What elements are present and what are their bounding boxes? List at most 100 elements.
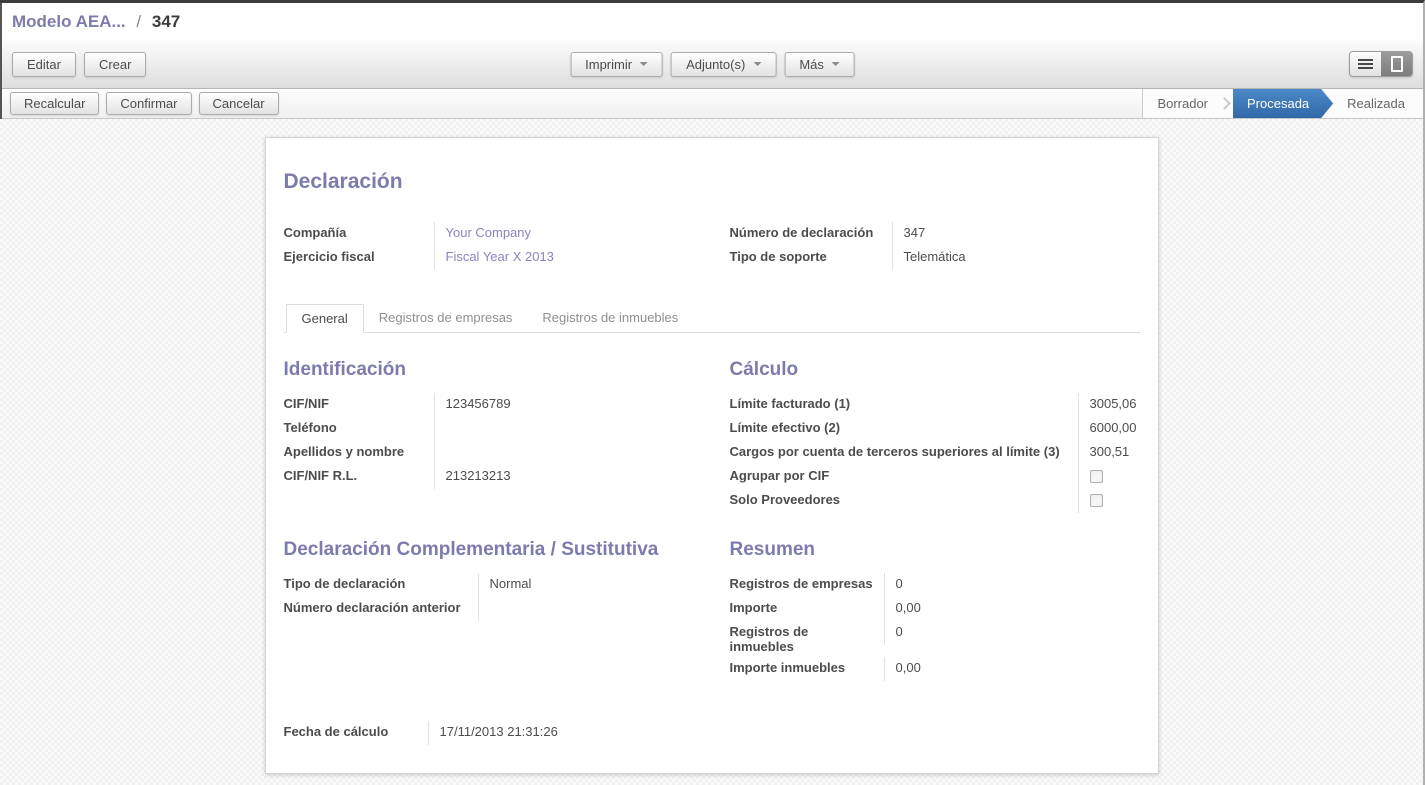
agrupar-por-cif-checkbox[interactable] (1090, 470, 1103, 483)
sections-row-2: Declaración Complementaria / Sustitutiva… (284, 513, 1140, 681)
tab-registros-empresas[interactable]: Registros de empresas (364, 304, 528, 333)
caret-down-icon (753, 62, 761, 66)
cancel-button[interactable]: Cancelar (199, 92, 279, 115)
caret-down-icon (832, 62, 840, 66)
field-value-limite-efectivo: 6000,00 (1078, 417, 1140, 441)
breadcrumb: Modelo AEA... / 347 (12, 12, 180, 32)
field-row-limite-facturado: Límite facturado (1) 3005,06 (730, 393, 1140, 417)
field-label-limite-efectivo: Límite efectivo (2) (730, 417, 1078, 438)
edit-button[interactable]: Editar (12, 52, 76, 77)
field-label-cargos-terceros: Cargos por cuenta de terceros superiores… (730, 441, 1078, 462)
field-label-tipo-soporte: Tipo de soporte (730, 246, 892, 267)
section-title-complementaria: Declaración Complementaria / Sustitutiva (284, 539, 694, 561)
more-dropdown-button[interactable]: Más (784, 52, 855, 77)
confirm-button[interactable]: Confirmar (106, 92, 191, 115)
field-row-fecha-calculo: Fecha de cálculo 17/11/2013 21:31:26 (284, 721, 1140, 745)
toolbar: Editar Crear Imprimir Adjunto(s) Más (2, 40, 1423, 89)
view-switcher (1349, 51, 1413, 77)
form-view-icon (1391, 56, 1403, 72)
field-value-apellidos-nombre (434, 441, 694, 465)
field-row-registros-inmuebles: Registros de inmuebles 0 (730, 621, 1140, 657)
field-row-compania: Compañía Your Company (284, 222, 694, 246)
field-value-numero-declaracion: 347 (892, 222, 1140, 246)
create-button[interactable]: Crear (84, 52, 147, 77)
field-value-fecha-calculo: 17/11/2013 21:31:26 (428, 721, 1140, 745)
print-label: Imprimir (585, 57, 632, 72)
field-label-cif-nif-rl: CIF/NIF R.L. (284, 465, 434, 486)
field-label-compania: Compañía (284, 222, 434, 243)
field-label-cif-nif: CIF/NIF (284, 393, 434, 414)
more-label: Más (799, 57, 824, 72)
field-row-importe-inmuebles: Importe inmuebles 0,00 (730, 657, 1140, 681)
sections-row-1: Identificación CIF/NIF 123456789 Teléfon… (284, 333, 1140, 513)
field-label-importe: Importe (730, 597, 884, 618)
attachments-dropdown-button[interactable]: Adjunto(s) (671, 52, 776, 77)
calc-date-group: Fecha de cálculo 17/11/2013 21:31:26 (284, 721, 1140, 745)
field-value-cif-nif-rl: 213213213 (434, 465, 694, 489)
field-value-importe: 0,00 (884, 597, 1140, 621)
field-value-limite-facturado: 3005,06 (1078, 393, 1140, 417)
field-row-apellidos-nombre: Apellidos y nombre (284, 441, 694, 465)
tab-general[interactable]: General (286, 304, 364, 333)
tab-registros-inmuebles[interactable]: Registros de inmuebles (527, 304, 693, 333)
breadcrumb-separator: / (130, 12, 147, 31)
statusbar: Borrador Procesada Realizada (1142, 89, 1423, 118)
app-window: Modelo AEA... / 347 Editar Crear Imprimi… (0, 0, 1425, 785)
field-value-tipo-declaracion: Normal (478, 573, 694, 597)
caret-down-icon (640, 62, 648, 66)
field-label-numero-declaracion: Número de declaración (730, 222, 892, 243)
field-row-numero-declaracion: Número de declaración 347 (730, 222, 1140, 246)
field-value-solo-proveedores (1078, 489, 1140, 513)
field-label-registros-empresas: Registros de empresas (730, 573, 884, 594)
form-sheet: Declaración Compañía Your Company Ejerci… (265, 137, 1159, 774)
field-row-tipo-soporte: Tipo de soporte Telemática (730, 246, 1140, 270)
field-row-ejercicio-fiscal: Ejercicio fiscal Fiscal Year X 2013 (284, 246, 694, 270)
field-value-registros-empresas: 0 (884, 573, 1140, 597)
section-title-calculo: Cálculo (730, 359, 1140, 381)
section-title-resumen: Resumen (730, 539, 1140, 561)
field-row-cif-nif: CIF/NIF 123456789 (284, 393, 694, 417)
status-state-realizada: Realizada (1333, 89, 1419, 118)
field-value-ejercicio-fiscal-link[interactable]: Fiscal Year X 2013 (434, 246, 694, 270)
field-value-importe-inmuebles: 0,00 (884, 657, 1140, 681)
form-view-button[interactable] (1381, 52, 1412, 76)
field-label-limite-facturado: Límite facturado (1) (730, 393, 1078, 414)
action-status-bar: Recalcular Confirmar Cancelar Borrador P… (2, 89, 1423, 119)
attachments-label: Adjunto(s) (686, 57, 745, 72)
field-value-tipo-soporte: Telemática (892, 246, 1140, 270)
action-buttons: Recalcular Confirmar Cancelar (2, 89, 279, 118)
field-value-telefono (434, 417, 694, 441)
field-label-ejercicio-fiscal: Ejercicio fiscal (284, 246, 434, 267)
field-value-registros-inmuebles: 0 (884, 621, 1140, 645)
field-label-telefono: Teléfono (284, 417, 434, 438)
field-label-agrupar-por-cif: Agrupar por CIF (730, 465, 1078, 486)
field-value-compania-link[interactable]: Your Company (434, 222, 694, 246)
breadcrumb-parent-link[interactable]: Modelo AEA... (12, 12, 126, 31)
field-row-cargos-terceros: Cargos por cuenta de terceros superiores… (730, 441, 1140, 465)
field-row-tipo-declaracion: Tipo de declaración Normal (284, 573, 694, 597)
breadcrumb-current: 347 (152, 12, 180, 31)
field-value-cargos-terceros: 300,51 (1078, 441, 1140, 465)
notebook-tabs: General Registros de empresas Registros … (284, 304, 1140, 333)
recalculate-button[interactable]: Recalcular (10, 92, 99, 115)
header-area: Modelo AEA... / 347 Editar Crear Imprimi… (0, 3, 1423, 119)
print-dropdown-button[interactable]: Imprimir (570, 52, 663, 77)
toolbar-left-group: Editar Crear (12, 52, 146, 77)
status-state-procesada-active: Procesada (1233, 89, 1333, 118)
field-value-numero-declaracion-anterior (478, 597, 694, 621)
toolbar-center-group: Imprimir Adjunto(s) Más (570, 52, 855, 77)
section-identificacion: Identificación CIF/NIF 123456789 Teléfon… (284, 333, 694, 489)
field-value-agrupar-por-cif (1078, 465, 1140, 489)
list-view-icon (1358, 59, 1373, 69)
field-label-apellidos-nombre: Apellidos y nombre (284, 441, 434, 462)
field-row-cif-nif-rl: CIF/NIF R.L. 213213213 (284, 465, 694, 489)
field-label-tipo-declaracion: Tipo de declaración (284, 573, 478, 594)
list-view-button[interactable] (1350, 52, 1381, 76)
field-row-telefono: Teléfono (284, 417, 694, 441)
field-row-importe: Importe 0,00 (730, 597, 1140, 621)
field-value-cif-nif: 123456789 (434, 393, 694, 417)
solo-proveedores-checkbox[interactable] (1090, 494, 1103, 507)
field-label-registros-inmuebles: Registros de inmuebles (730, 621, 884, 657)
field-label-fecha-calculo: Fecha de cálculo (284, 721, 428, 742)
field-label-solo-proveedores: Solo Proveedores (730, 489, 1078, 510)
